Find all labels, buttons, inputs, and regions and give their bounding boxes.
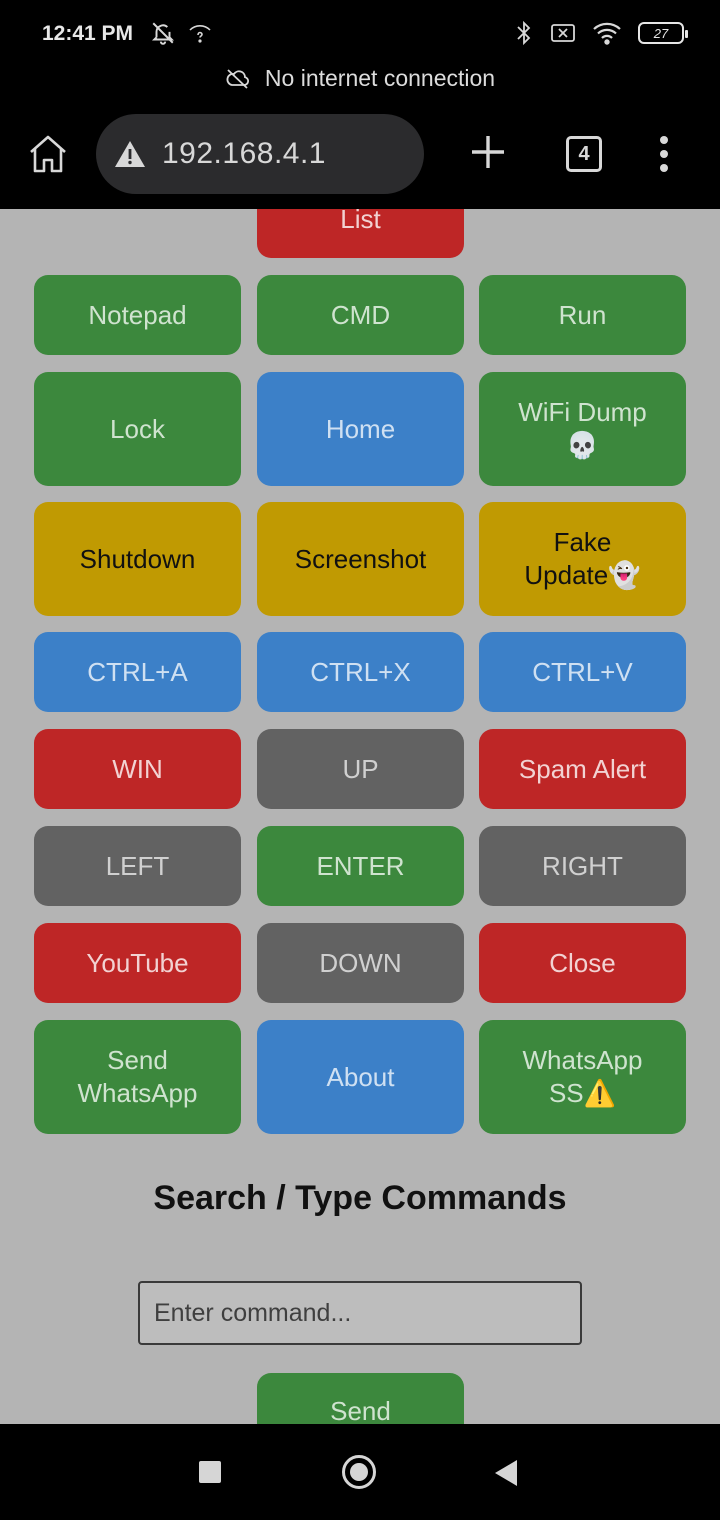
youtube-button[interactable]: YouTube [34, 923, 241, 1003]
recents-icon[interactable] [199, 1461, 221, 1483]
left-button[interactable]: LEFT [34, 826, 241, 906]
tabs-icon[interactable]: 4 [566, 136, 602, 172]
close-button[interactable]: Close [479, 923, 686, 1003]
run-button[interactable]: Run [479, 275, 686, 355]
battery-level: 27 [653, 25, 669, 41]
right-button[interactable]: RIGHT [479, 826, 686, 906]
section-heading: Search / Type Commands [153, 1179, 567, 1217]
url-text[interactable]: 192.168.4.1 [162, 137, 326, 171]
lock-button[interactable]: Lock [34, 372, 241, 486]
url-bar[interactable]: 192.168.4.1 [96, 114, 424, 194]
enter-button[interactable]: ENTER [257, 826, 464, 906]
unknown-network-icon [189, 25, 211, 43]
home-nav-icon[interactable] [342, 1455, 376, 1489]
cmd-button[interactable]: CMD [257, 275, 464, 355]
send-button[interactable]: Send [257, 1373, 464, 1424]
ctrl-x-button[interactable]: CTRL+X [257, 632, 464, 712]
ctrl-v-button[interactable]: CTRL+V [479, 632, 686, 712]
mute-bell-icon [151, 22, 175, 45]
tab-count: 4 [578, 142, 590, 165]
wifi-dump-button[interactable]: WiFi Dump 💀 [479, 372, 686, 486]
offline-text: No internet connection [264, 64, 496, 91]
more-vertical-icon[interactable] [652, 134, 676, 174]
offline-banner: No internet connection [0, 56, 720, 100]
cloud-off-icon [226, 69, 249, 89]
home-button[interactable]: Home [257, 372, 464, 486]
shutdown-button[interactable]: Shutdown [34, 502, 241, 616]
notepad-button[interactable]: Notepad [34, 275, 241, 355]
bluetooth-icon [517, 20, 531, 46]
no-sim-icon [551, 24, 575, 42]
spam-alert-button[interactable]: Spam Alert [479, 729, 686, 809]
warning-icon[interactable] [114, 140, 146, 168]
down-button[interactable]: DOWN [257, 923, 464, 1003]
plus-icon[interactable] [466, 130, 510, 174]
wifi-icon [593, 22, 621, 45]
command-input[interactable] [138, 1281, 582, 1345]
browser-toolbar: 192.168.4.1 4 [0, 104, 720, 208]
send-whatsapp-button[interactable]: Send WhatsApp [34, 1020, 241, 1134]
page-content: List Notepad CMD Run Lock Home WiFi Dump… [0, 209, 720, 1424]
system-nav-bar [0, 1424, 720, 1520]
list-button[interactable]: List [257, 209, 464, 258]
up-button[interactable]: UP [257, 729, 464, 809]
battery-icon: 27 [638, 22, 688, 44]
whatsapp-ss-button[interactable]: WhatsApp SS⚠️ [479, 1020, 686, 1134]
home-icon[interactable] [26, 132, 70, 176]
fake-update-button[interactable]: Fake Update👻 [479, 502, 686, 616]
ctrl-a-button[interactable]: CTRL+A [34, 632, 241, 712]
status-time: 12:41 PM [42, 22, 134, 45]
screenshot-button[interactable]: Screenshot [257, 502, 464, 616]
back-icon[interactable] [495, 1460, 517, 1486]
win-button[interactable]: WIN [34, 729, 241, 809]
about-button[interactable]: About [257, 1020, 464, 1134]
